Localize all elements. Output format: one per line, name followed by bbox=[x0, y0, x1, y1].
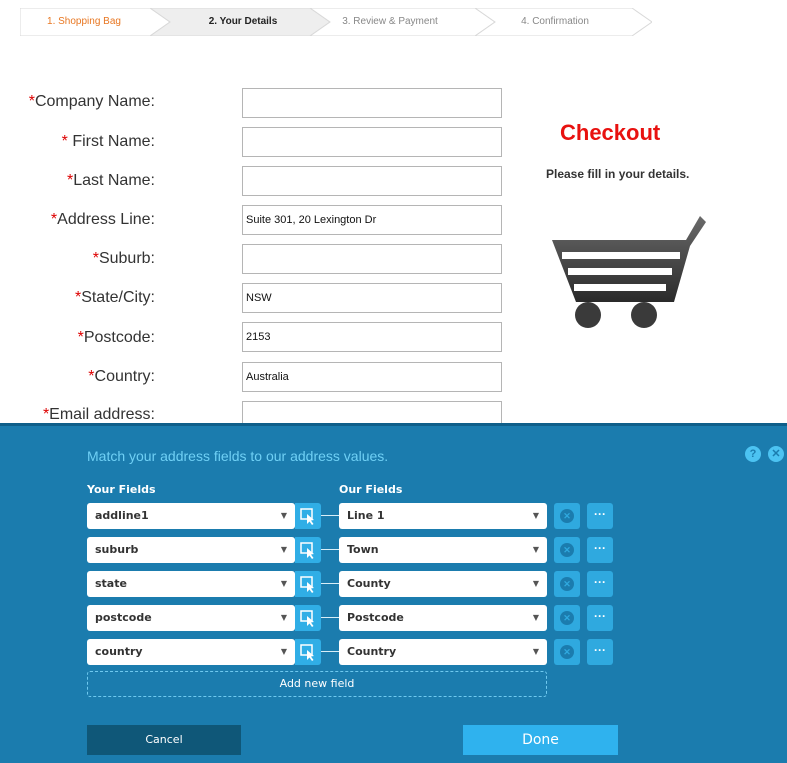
company-name-label: *Company Name: bbox=[28, 93, 155, 110]
remove-mapping-button[interactable]: ✕ bbox=[554, 571, 580, 597]
remove-mapping-button[interactable]: ✕ bbox=[554, 639, 580, 665]
chevron-down-icon: ▼ bbox=[532, 511, 539, 520]
mapping-row: addline1 ▼ Line 1 ▼ ✕ ··· bbox=[87, 503, 617, 529]
close-icon[interactable]: ✕ bbox=[768, 446, 784, 462]
checkout-heading: Checkout bbox=[560, 120, 661, 145]
mapping-row: country ▼ Country ▼ ✕ ··· bbox=[87, 639, 617, 665]
mapping-connector bbox=[321, 617, 339, 618]
mapper-title: Match your address fields to our address… bbox=[87, 448, 389, 464]
address-line-field[interactable]: Suite 301, 20 Lexington Dr bbox=[242, 205, 502, 235]
checkout-instructions: Please fill in your details. bbox=[546, 167, 690, 181]
chevron-down-icon: ▼ bbox=[532, 613, 539, 622]
remove-icon: ✕ bbox=[560, 611, 574, 625]
mapping-row: state ▼ County ▼ ✕ ··· bbox=[87, 571, 617, 597]
suburb-field[interactable] bbox=[242, 244, 502, 274]
last-name-field[interactable] bbox=[242, 166, 502, 196]
mapping-connector bbox=[321, 583, 339, 584]
our-field-select[interactable]: Country ▼ bbox=[339, 639, 547, 665]
mapping-connector bbox=[321, 651, 339, 652]
step-shopping-bag[interactable]: 1. Shopping Bag bbox=[20, 8, 148, 36]
your-fields-header: Your Fields bbox=[87, 483, 156, 496]
checkout-stepper: 1. Shopping Bag 2. Your Details 3. Revie… bbox=[20, 8, 652, 36]
mapping-row: postcode ▼ Postcode ▼ ✕ ··· bbox=[87, 605, 617, 631]
chevron-down-icon: ▼ bbox=[532, 579, 539, 588]
step-confirmation[interactable]: 4. Confirmation bbox=[490, 8, 620, 36]
our-field-select[interactable]: Town ▼ bbox=[339, 537, 547, 563]
element-picker-button[interactable] bbox=[295, 503, 321, 529]
mapping-connector bbox=[321, 515, 339, 516]
step-your-details[interactable]: 2. Your Details bbox=[178, 8, 308, 36]
more-options-button[interactable]: ··· bbox=[587, 639, 613, 665]
chevron-down-icon: ▼ bbox=[280, 613, 287, 622]
help-icon[interactable]: ? bbox=[745, 446, 761, 462]
cursor-pick-icon bbox=[300, 610, 314, 627]
your-field-select[interactable]: postcode ▼ bbox=[87, 605, 295, 631]
remove-icon: ✕ bbox=[560, 577, 574, 591]
chevron-down-icon: ▼ bbox=[532, 647, 539, 656]
your-field-select[interactable]: suburb ▼ bbox=[87, 537, 295, 563]
add-new-field-button[interactable]: Add new field bbox=[87, 671, 547, 697]
remove-mapping-button[interactable]: ✕ bbox=[554, 503, 580, 529]
mapping-connector bbox=[321, 549, 339, 550]
our-field-select[interactable]: Line 1 ▼ bbox=[339, 503, 547, 529]
address-line-label: *Address Line: bbox=[50, 211, 155, 228]
chevron-down-icon: ▼ bbox=[280, 511, 287, 520]
company-name-field[interactable] bbox=[242, 88, 502, 118]
done-button[interactable]: Done bbox=[463, 725, 618, 755]
remove-icon: ✕ bbox=[560, 509, 574, 523]
more-options-button[interactable]: ··· bbox=[587, 571, 613, 597]
our-fields-header: Our Fields bbox=[339, 483, 403, 496]
postcode-label: *Postcode: bbox=[77, 329, 155, 346]
step-review-payment[interactable]: 3. Review & Payment bbox=[325, 8, 455, 36]
country-label: *Country: bbox=[88, 368, 155, 385]
more-options-button[interactable]: ··· bbox=[587, 605, 613, 631]
email-address-label: *Email address: bbox=[42, 406, 155, 423]
remove-icon: ✕ bbox=[560, 645, 574, 659]
your-field-select[interactable]: addline1 ▼ bbox=[87, 503, 295, 529]
remove-icon: ✕ bbox=[560, 543, 574, 557]
chevron-down-icon: ▼ bbox=[280, 647, 287, 656]
remove-mapping-button[interactable]: ✕ bbox=[554, 605, 580, 631]
remove-mapping-button[interactable]: ✕ bbox=[554, 537, 580, 563]
element-picker-button[interactable] bbox=[295, 537, 321, 563]
more-options-button[interactable]: ··· bbox=[587, 537, 613, 563]
chevron-down-icon: ▼ bbox=[280, 545, 287, 554]
last-name-label: *Last Name: bbox=[66, 172, 155, 189]
element-picker-button[interactable] bbox=[295, 639, 321, 665]
suburb-label: *Suburb: bbox=[92, 250, 155, 267]
address-mapper-panel: Match your address fields to our address… bbox=[0, 423, 787, 763]
element-picker-button[interactable] bbox=[295, 571, 321, 597]
shopping-cart-icon bbox=[548, 210, 708, 337]
your-field-select[interactable]: state ▼ bbox=[87, 571, 295, 597]
mapping-row: suburb ▼ Town ▼ ✕ ··· bbox=[87, 537, 617, 563]
cursor-pick-icon bbox=[300, 576, 314, 593]
more-options-button[interactable]: ··· bbox=[587, 503, 613, 529]
first-name-field[interactable] bbox=[242, 127, 502, 157]
chevron-down-icon: ▼ bbox=[280, 579, 287, 588]
your-field-select[interactable]: country ▼ bbox=[87, 639, 295, 665]
cursor-pick-icon bbox=[300, 542, 314, 559]
cursor-pick-icon bbox=[300, 644, 314, 661]
chevron-down-icon: ▼ bbox=[532, 545, 539, 554]
state-city-label: *State/City: bbox=[74, 289, 155, 306]
cursor-pick-icon bbox=[300, 508, 314, 525]
postcode-field[interactable]: 2153 bbox=[242, 322, 502, 352]
element-picker-button[interactable] bbox=[295, 605, 321, 631]
required-marker: * bbox=[61, 133, 68, 150]
country-field[interactable]: Australia bbox=[242, 362, 502, 392]
our-field-select[interactable]: County ▼ bbox=[339, 571, 547, 597]
cancel-button[interactable]: Cancel bbox=[87, 725, 241, 755]
state-city-field[interactable]: NSW bbox=[242, 283, 502, 313]
first-name-label: * First Name: bbox=[61, 133, 155, 150]
our-field-select[interactable]: Postcode ▼ bbox=[339, 605, 547, 631]
